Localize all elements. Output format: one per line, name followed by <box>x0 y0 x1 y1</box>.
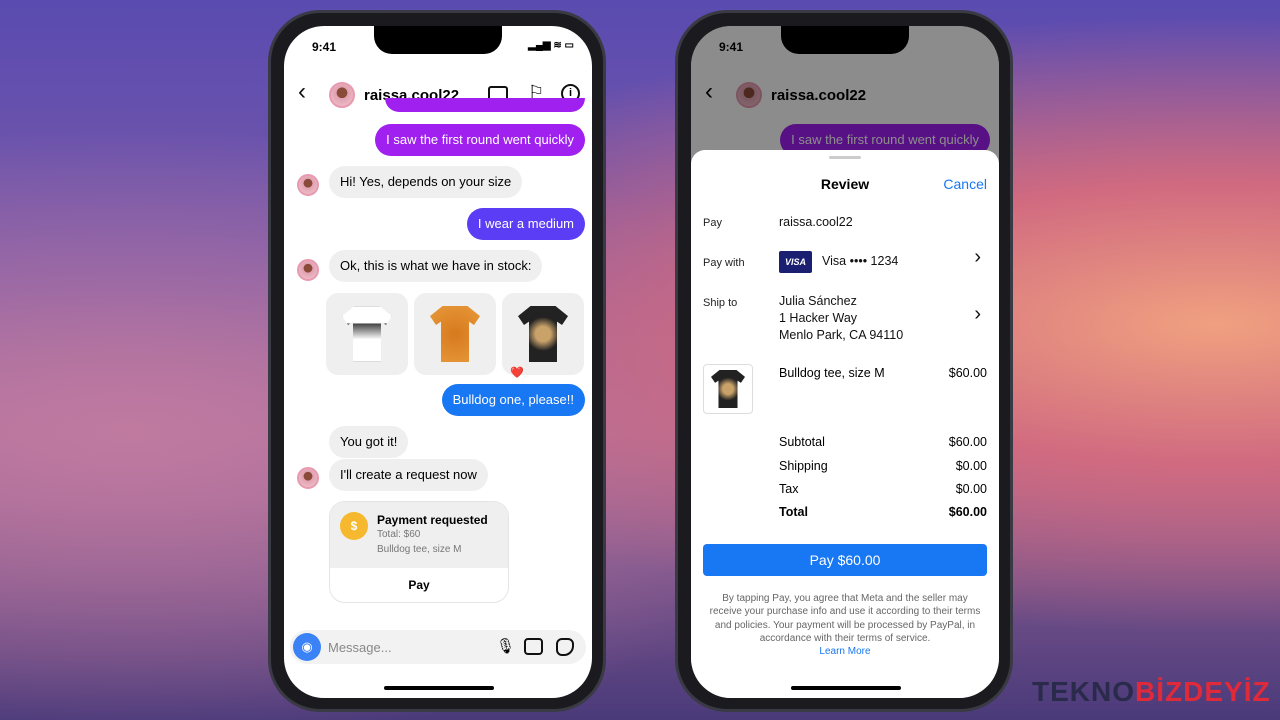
pay-label: Pay <box>703 217 722 229</box>
shipping-label: Shipping <box>779 459 828 473</box>
gallery-icon[interactable] <box>524 638 543 655</box>
message-incoming: Ok, this is what we have in stock: <box>329 250 543 282</box>
review-screen: 9:41 ‹ raissa.cool22 I saw the first rou… <box>691 26 999 698</box>
chat-screen: 9:41 ▂▄▆ ≋ ▭ ‹ raissa.cool22 ⚐ i I saw t… <box>284 26 592 698</box>
product-white-tee[interactable] <box>326 293 408 375</box>
message-composer: ◉ Message... 🎙 <box>290 630 586 664</box>
message-bubble-partial <box>385 98 585 112</box>
pay-button[interactable]: Pay <box>330 568 508 602</box>
message-outgoing: I saw the first round went quickly <box>375 124 585 156</box>
status-icons: ▂▄▆ ≋ ▭ <box>528 40 574 51</box>
total-value: $60.00 <box>948 505 987 519</box>
message-outgoing: Bulldog one, please!! <box>441 384 585 416</box>
tax-value: $0.00 <box>955 482 987 496</box>
shipping-value: $0.00 <box>955 459 987 473</box>
avatar <box>297 467 319 489</box>
chevron-right-icon: › <box>974 303 981 325</box>
tee-image <box>342 306 392 362</box>
product-bulldog-tee[interactable] <box>502 293 584 375</box>
message-outgoing: I wear a medium <box>466 208 585 240</box>
pay-recipient: raissa.cool22 <box>779 215 853 229</box>
sticker-icon[interactable] <box>556 638 574 656</box>
avatar[interactable] <box>329 82 355 108</box>
payment-item: Bulldog tee, size M <box>377 544 462 555</box>
tee-image <box>430 306 480 362</box>
subtotal-label: Subtotal <box>779 435 825 449</box>
heart-reaction-icon: ❤️ <box>510 367 524 379</box>
visa-icon: VISA <box>779 251 812 273</box>
avatar <box>297 174 319 196</box>
pay-button[interactable]: Pay $60.00 <box>703 544 987 576</box>
money-icon: $ <box>340 512 368 540</box>
message-incoming: You got it! <box>329 426 409 458</box>
payment-request-card: $ Payment requested Total: $60 Bulldog t… <box>329 501 509 603</box>
review-sheet: Review Cancel Pay raissa.cool22 Pay with… <box>691 150 999 698</box>
payment-total: Total: $60 <box>377 529 421 540</box>
item-price: $60.00 <box>948 366 987 380</box>
sheet-handle[interactable] <box>829 156 861 159</box>
product-thumbnail <box>703 364 753 414</box>
ship-name: Julia Sánchez <box>779 294 857 308</box>
ship-to-label: Ship to <box>703 297 738 309</box>
phone-review: 9:41 ‹ raissa.cool22 I saw the first rou… <box>675 10 1013 712</box>
total-label: Total <box>779 505 808 519</box>
ship-address-line1: 1 Hacker Way <box>779 311 858 325</box>
item-name: Bulldog tee, size M <box>779 366 885 380</box>
product-orange-tee[interactable] <box>414 293 496 375</box>
learn-more-link[interactable]: Learn More <box>819 646 870 657</box>
notch <box>374 26 502 54</box>
tee-image <box>711 370 745 408</box>
phone-chat: 9:41 ▂▄▆ ≋ ▭ ‹ raissa.cool22 ⚐ i I saw t… <box>268 10 606 712</box>
card-number: Visa •••• 1234 <box>822 254 899 268</box>
microphone-icon[interactable]: 🎙 <box>496 637 515 655</box>
message-incoming: Hi! Yes, depends on your size <box>329 166 523 198</box>
watermark-logo: TEKNOBİZDEYİZ <box>1032 676 1271 707</box>
camera-icon[interactable]: ◉ <box>293 633 321 661</box>
chevron-right-icon: › <box>974 246 981 268</box>
status-time: 9:41 <box>312 40 337 54</box>
home-indicator <box>384 686 494 690</box>
tee-image <box>518 306 568 362</box>
back-icon[interactable]: ‹ <box>298 78 306 106</box>
home-indicator <box>791 686 901 690</box>
payment-title: Payment requested <box>377 513 488 527</box>
pay-with-label: Pay with <box>703 257 745 269</box>
cancel-button[interactable]: Cancel <box>943 176 987 192</box>
message-incoming: I'll create a request now <box>329 459 488 491</box>
tax-label: Tax <box>779 482 799 496</box>
avatar <box>297 259 319 281</box>
ship-address-line2: Menlo Park, CA 94110 <box>779 328 904 342</box>
disclaimer: By tapping Pay, you agree that Meta and … <box>705 592 985 658</box>
subtotal-value: $60.00 <box>948 435 987 449</box>
disclaimer-text: By tapping Pay, you agree that Meta and … <box>709 593 981 644</box>
message-input[interactable]: Message... <box>328 640 392 655</box>
